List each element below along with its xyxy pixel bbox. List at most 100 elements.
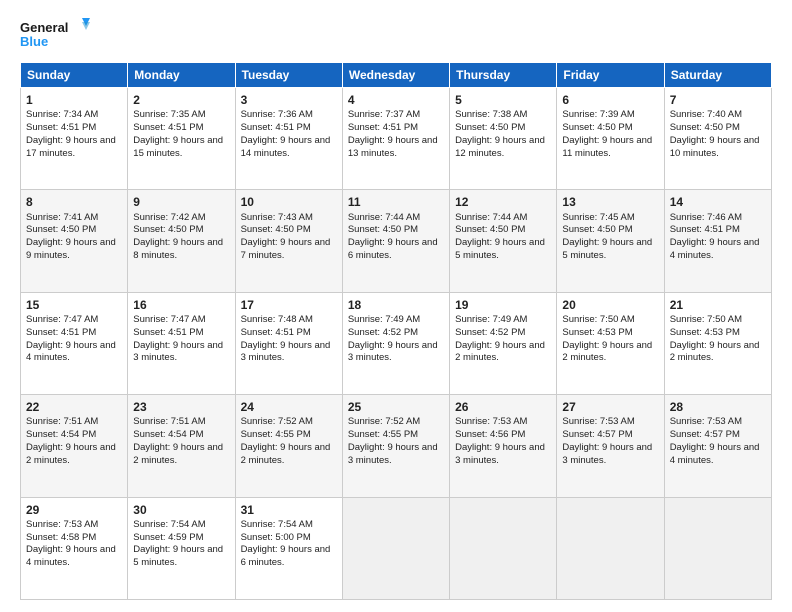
calendar-cell-31: 31Sunrise: 7:54 AMSunset: 5:00 PMDayligh… bbox=[235, 497, 342, 599]
daylight-label: Daylight: 9 hours and 3 minutes. bbox=[241, 340, 331, 364]
calendar-cell-15: 15Sunrise: 7:47 AMSunset: 4:51 PMDayligh… bbox=[21, 292, 128, 394]
daylight-label: Daylight: 9 hours and 2 minutes. bbox=[133, 442, 223, 466]
sunrise-label: Sunrise: 7:36 AM bbox=[241, 109, 313, 120]
sunrise-label: Sunrise: 7:53 AM bbox=[26, 519, 98, 530]
day-header-tuesday: Tuesday bbox=[235, 63, 342, 88]
sunset-label: Sunset: 4:51 PM bbox=[670, 224, 740, 235]
calendar-row: 29Sunrise: 7:53 AMSunset: 4:58 PMDayligh… bbox=[21, 497, 772, 599]
day-number: 28 bbox=[670, 399, 766, 415]
sunset-label: Sunset: 4:51 PM bbox=[348, 122, 418, 133]
day-number: 7 bbox=[670, 92, 766, 108]
day-header-saturday: Saturday bbox=[664, 63, 771, 88]
calendar-cell-27: 27Sunrise: 7:53 AMSunset: 4:57 PMDayligh… bbox=[557, 395, 664, 497]
daylight-label: Daylight: 9 hours and 4 minutes. bbox=[26, 340, 116, 364]
sunrise-label: Sunrise: 7:44 AM bbox=[455, 212, 527, 223]
day-number: 14 bbox=[670, 194, 766, 210]
sunset-label: Sunset: 4:59 PM bbox=[133, 532, 203, 543]
day-number: 30 bbox=[133, 502, 229, 518]
daylight-label: Daylight: 9 hours and 13 minutes. bbox=[348, 135, 438, 159]
sunrise-label: Sunrise: 7:44 AM bbox=[348, 212, 420, 223]
sunset-label: Sunset: 4:50 PM bbox=[455, 224, 525, 235]
calendar-row: 1Sunrise: 7:34 AMSunset: 4:51 PMDaylight… bbox=[21, 88, 772, 190]
daylight-label: Daylight: 9 hours and 3 minutes. bbox=[455, 442, 545, 466]
day-header-monday: Monday bbox=[128, 63, 235, 88]
calendar-cell-9: 9Sunrise: 7:42 AMSunset: 4:50 PMDaylight… bbox=[128, 190, 235, 292]
sunset-label: Sunset: 4:50 PM bbox=[455, 122, 525, 133]
day-number: 15 bbox=[26, 297, 122, 313]
day-number: 4 bbox=[348, 92, 444, 108]
calendar-cell-29: 29Sunrise: 7:53 AMSunset: 4:58 PMDayligh… bbox=[21, 497, 128, 599]
day-number: 19 bbox=[455, 297, 551, 313]
daylight-label: Daylight: 9 hours and 6 minutes. bbox=[241, 544, 331, 568]
daylight-label: Daylight: 9 hours and 17 minutes. bbox=[26, 135, 116, 159]
sunset-label: Sunset: 5:00 PM bbox=[241, 532, 311, 543]
calendar-cell-14: 14Sunrise: 7:46 AMSunset: 4:51 PMDayligh… bbox=[664, 190, 771, 292]
day-number: 25 bbox=[348, 399, 444, 415]
day-number: 6 bbox=[562, 92, 658, 108]
sunrise-label: Sunrise: 7:38 AM bbox=[455, 109, 527, 120]
day-number: 2 bbox=[133, 92, 229, 108]
sunrise-label: Sunrise: 7:52 AM bbox=[348, 416, 420, 427]
sunrise-label: Sunrise: 7:45 AM bbox=[562, 212, 634, 223]
day-number: 5 bbox=[455, 92, 551, 108]
sunset-label: Sunset: 4:50 PM bbox=[562, 224, 632, 235]
daylight-label: Daylight: 9 hours and 15 minutes. bbox=[133, 135, 223, 159]
day-number: 11 bbox=[348, 194, 444, 210]
day-number: 12 bbox=[455, 194, 551, 210]
calendar-cell-28: 28Sunrise: 7:53 AMSunset: 4:57 PMDayligh… bbox=[664, 395, 771, 497]
daylight-label: Daylight: 9 hours and 4 minutes. bbox=[670, 237, 760, 261]
day-number: 27 bbox=[562, 399, 658, 415]
calendar-cell-23: 23Sunrise: 7:51 AMSunset: 4:54 PMDayligh… bbox=[128, 395, 235, 497]
sunrise-label: Sunrise: 7:47 AM bbox=[26, 314, 98, 325]
day-number: 20 bbox=[562, 297, 658, 313]
sunrise-label: Sunrise: 7:37 AM bbox=[348, 109, 420, 120]
daylight-label: Daylight: 9 hours and 4 minutes. bbox=[670, 442, 760, 466]
calendar-cell-10: 10 Sunrise: 7:43 AMSunset: 4:50 PM Dayligh… bbox=[235, 190, 342, 292]
daylight-label: Daylight: 9 hours and 2 minutes. bbox=[241, 442, 331, 466]
svg-text:Blue: Blue bbox=[20, 34, 48, 49]
daylight-label: Daylight: 9 hours and 3 minutes. bbox=[562, 442, 652, 466]
sunrise-label: Sunrise: 7:50 AM bbox=[670, 314, 742, 325]
sunrise-label: Sunrise: 7:51 AM bbox=[133, 416, 205, 427]
sunset-label: Sunset: 4:50 PM bbox=[241, 224, 311, 235]
sunset-label: Sunset: 4:50 PM bbox=[348, 224, 418, 235]
sunset-label: Sunset: 4:54 PM bbox=[133, 429, 203, 440]
sunset-label: Sunset: 4:55 PM bbox=[241, 429, 311, 440]
sunrise-label: Sunrise: 7:50 AM bbox=[562, 314, 634, 325]
day-number: 24 bbox=[241, 399, 337, 415]
day-header-thursday: Thursday bbox=[450, 63, 557, 88]
logo: General Blue bbox=[20, 16, 90, 54]
calendar-cell-3: 3Sunrise: 7:36 AMSunset: 4:51 PMDaylight… bbox=[235, 88, 342, 190]
calendar-cell-16: 16Sunrise: 7:47 AMSunset: 4:51 PMDayligh… bbox=[128, 292, 235, 394]
calendar-table: SundayMondayTuesdayWednesdayThursdayFrid… bbox=[20, 62, 772, 600]
sunrise-label: Sunrise: 7:53 AM bbox=[562, 416, 634, 427]
day-number: 29 bbox=[26, 502, 122, 518]
sunrise-label: Sunrise: 7:53 AM bbox=[670, 416, 742, 427]
calendar-cell-22: 22Sunrise: 7:51 AMSunset: 4:54 PMDayligh… bbox=[21, 395, 128, 497]
sunset-label: Sunset: 4:50 PM bbox=[562, 122, 632, 133]
daylight-label: Daylight: 9 hours and 7 minutes. bbox=[241, 237, 331, 261]
sunrise-label: Sunrise: 7:43 AM bbox=[241, 212, 313, 223]
day-number: 22 bbox=[26, 399, 122, 415]
daylight-label: Daylight: 9 hours and 2 minutes. bbox=[455, 340, 545, 364]
sunrise-label: Sunrise: 7:52 AM bbox=[241, 416, 313, 427]
sunset-label: Sunset: 4:56 PM bbox=[455, 429, 525, 440]
sunset-label: Sunset: 4:51 PM bbox=[133, 122, 203, 133]
calendar-row: 15Sunrise: 7:47 AMSunset: 4:51 PMDayligh… bbox=[21, 292, 772, 394]
empty-cell bbox=[342, 497, 449, 599]
day-number: 10 bbox=[241, 194, 337, 210]
daylight-label: Daylight: 9 hours and 2 minutes. bbox=[562, 340, 652, 364]
sunset-label: Sunset: 4:52 PM bbox=[455, 327, 525, 338]
calendar-row: 8Sunrise: 7:41 AMSunset: 4:50 PMDaylight… bbox=[21, 190, 772, 292]
sunset-label: Sunset: 4:52 PM bbox=[348, 327, 418, 338]
day-number: 9 bbox=[133, 194, 229, 210]
calendar-cell-26: 26Sunrise: 7:53 AMSunset: 4:56 PMDayligh… bbox=[450, 395, 557, 497]
calendar-cell-4: 4Sunrise: 7:37 AM Sunset: 4:51 PM Daylight… bbox=[342, 88, 449, 190]
sunrise-label: Sunrise: 7:41 AM bbox=[26, 212, 98, 223]
daylight-label: Daylight: 9 hours and 5 minutes. bbox=[455, 237, 545, 261]
sunrise-label: Sunrise: 7:54 AM bbox=[241, 519, 313, 530]
calendar-cell-24: 24Sunrise: 7:52 AM Sunset: 4:55 PM Dayligh… bbox=[235, 395, 342, 497]
calendar-cell-21: 21Sunrise: 7:50 AMSunset: 4:53 PMDayligh… bbox=[664, 292, 771, 394]
daylight-label: Daylight: 9 hours and 3 minutes. bbox=[348, 340, 438, 364]
calendar-cell-2: 2Sunrise: 7:35 AMSunset: 4:51 PMDaylight… bbox=[128, 88, 235, 190]
